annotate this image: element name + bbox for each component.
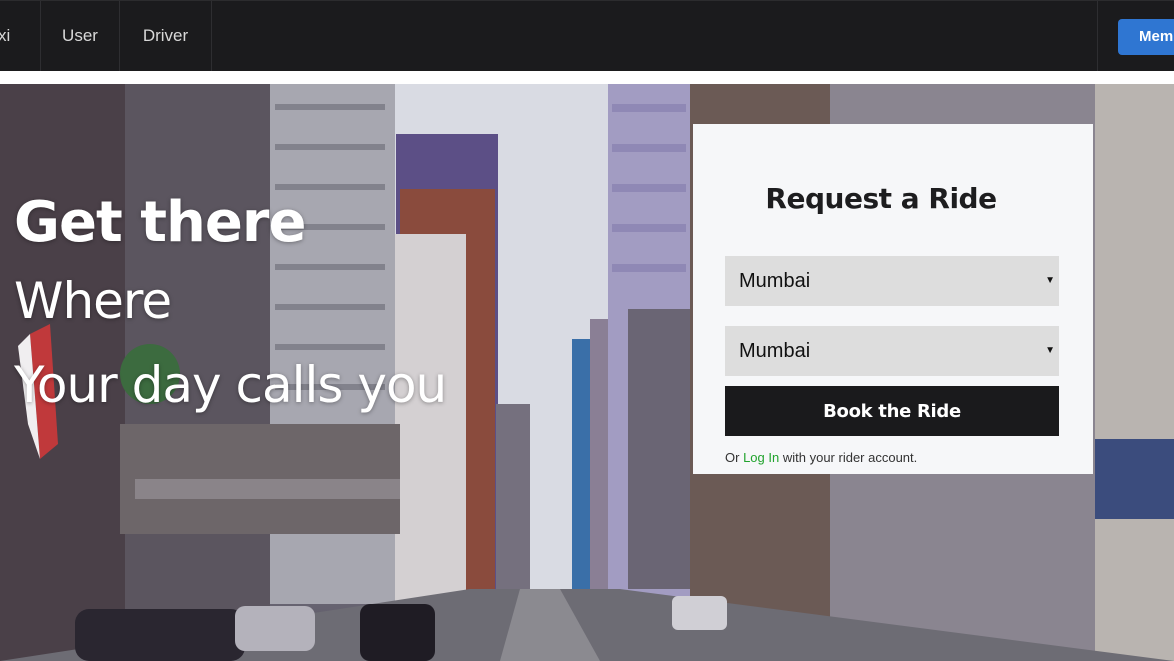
dropoff-select-value: Mumbai	[739, 340, 811, 362]
top-navbar: Taxi User Driver Member	[0, 0, 1174, 71]
nav-brand-link[interactable]: Taxi	[0, 1, 41, 71]
login-suffix: with your rider account.	[782, 450, 918, 465]
book-ride-button[interactable]: Book the Ride	[725, 386, 1059, 436]
login-link[interactable]: Log In	[743, 450, 779, 465]
nav-item-user-label: User	[62, 26, 98, 45]
login-prompt: Or Log In with your rider account.	[725, 450, 917, 465]
nav-item-driver[interactable]: Driver	[120, 1, 212, 71]
request-ride-title: Request a Ride	[765, 182, 997, 215]
pickup-select-value: Mumbai	[739, 270, 811, 292]
nav-item-user[interactable]: User	[41, 1, 120, 71]
login-prefix: Or	[725, 450, 740, 465]
pickup-select[interactable]: Mumbai ▼	[725, 256, 1059, 306]
member-button[interactable]: Member	[1118, 19, 1174, 55]
request-ride-panel: Request a Ride Mumbai ▼ Mumbai ▼ Book th…	[693, 124, 1093, 474]
dropoff-select[interactable]: Mumbai ▼	[725, 326, 1059, 376]
hero-subline-day: Your day calls you	[14, 356, 447, 414]
hero-subline-where: Where	[14, 272, 172, 330]
nav-divider	[1097, 1, 1098, 71]
nav-item-driver-label: Driver	[142, 26, 189, 45]
nav-brand-label: Taxi	[0, 26, 11, 45]
chevron-down-icon: ▼	[1045, 345, 1055, 356]
hero-headline: Get there	[14, 190, 306, 255]
chevron-down-icon: ▼	[1045, 275, 1055, 286]
